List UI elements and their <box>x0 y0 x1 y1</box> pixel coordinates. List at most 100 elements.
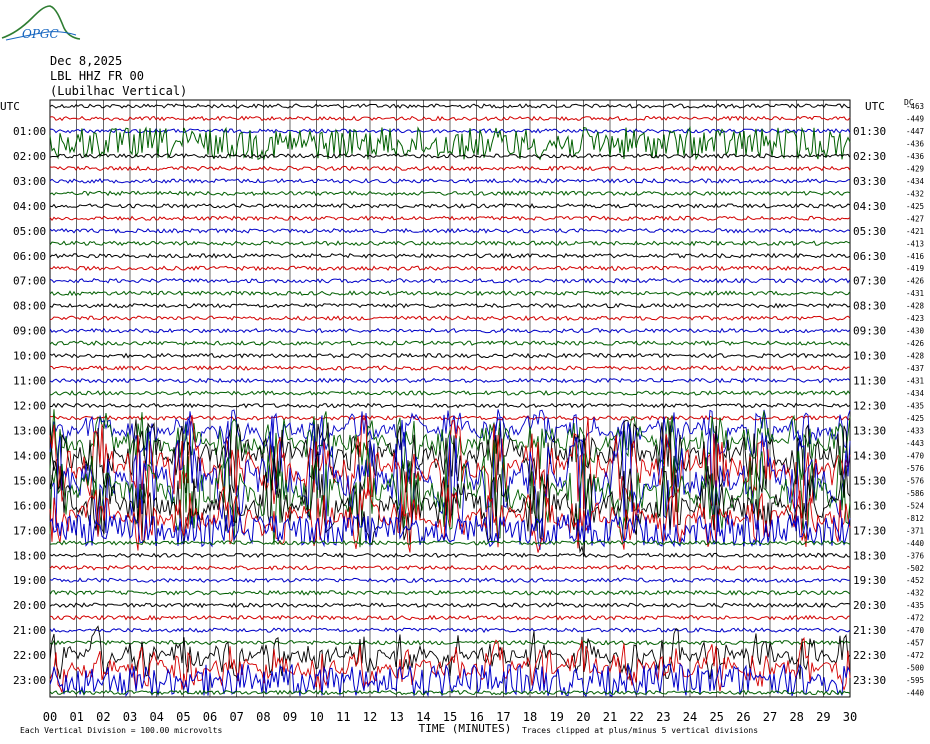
left-hour-label: 10:00 <box>13 350 46 363</box>
chart-date: Dec 8,2025 <box>50 54 122 68</box>
dc-offset-label: -524 <box>906 501 925 510</box>
logo-text: OPGC <box>22 27 59 41</box>
dc-offset-label: -436 <box>906 152 925 161</box>
x-tick-label: 22 <box>629 710 643 724</box>
x-tick-label: 11 <box>336 710 350 724</box>
right-hour-labels: 01:30 02:30 03:30 04:30 05:30 06:30 07:30 08:30… <box>853 125 886 687</box>
x-tick-label: 02 <box>96 710 110 724</box>
x-tick-label: 20 <box>576 710 590 724</box>
dc-offset-label: -429 <box>906 164 924 173</box>
dc-offset-label: -440 <box>906 539 925 548</box>
minute-grid <box>49 100 851 697</box>
x-tick-label: 00 <box>43 710 57 724</box>
left-hour-label: 18:00 <box>13 549 46 562</box>
left-hour-label: 05:00 <box>13 225 46 238</box>
right-hour-label: 10:30 <box>853 350 886 363</box>
x-tick-label: 08 <box>256 710 270 724</box>
x-tick-label: 26 <box>736 710 750 724</box>
dc-offset-label: -470 <box>906 451 925 460</box>
dc-offset-label: -432 <box>906 589 924 598</box>
right-hour-label: 03:30 <box>853 175 886 188</box>
right-hour-label: 17:30 <box>853 524 886 537</box>
dc-offset-label: -421 <box>906 227 924 236</box>
right-hour-label: 20:30 <box>853 599 886 612</box>
dc-offset-label: -426 <box>906 339 925 348</box>
right-hour-label: 09:30 <box>853 325 886 338</box>
dc-offset-label: -457 <box>906 639 924 648</box>
dc-offset-label: -431 <box>906 377 924 386</box>
dc-offset-label: -425 <box>906 414 924 423</box>
dc-offset-label: -434 <box>906 389 925 398</box>
dc-offset-label: -576 <box>906 464 925 473</box>
right-hour-label: 07:30 <box>853 275 886 288</box>
left-hour-label: 03:00 <box>13 175 46 188</box>
seismogram-chart: OPGC Dec 8,2025 LBL HHZ FR 00 (Lubilhac … <box>0 5 925 735</box>
left-hour-label: 17:00 <box>13 524 46 537</box>
dc-offset-label: -430 <box>906 327 925 336</box>
dc-offset-label: -432 <box>906 189 924 198</box>
right-hour-label: 04:30 <box>853 200 886 213</box>
left-hour-label: 23:00 <box>13 674 46 687</box>
dc-offset-label: -371 <box>906 526 924 535</box>
x-tick-label: 03 <box>123 710 137 724</box>
footer-clip-note: Traces clipped at plus/minus 5 vertical … <box>522 726 758 735</box>
station-code: LBL HHZ FR 00 <box>50 69 144 83</box>
left-hour-label: 22:00 <box>13 649 46 662</box>
x-axis-label: TIME (MINUTES) <box>419 722 512 735</box>
x-tick-label: 25 <box>709 710 723 724</box>
dc-offset-label: -463 <box>906 102 924 111</box>
station-location: (Lubilhac Vertical) <box>50 84 187 98</box>
x-tick-label: 12 <box>363 710 377 724</box>
dc-offset-label: -470 <box>906 626 925 635</box>
x-tick-label: 29 <box>816 710 830 724</box>
dc-offset-label: -443 <box>906 439 924 448</box>
x-tick-label: 23 <box>656 710 670 724</box>
left-hour-label: 20:00 <box>13 599 46 612</box>
dc-offset-label: -435 <box>906 402 924 411</box>
dc-offset-label: -435 <box>906 601 924 610</box>
left-hour-label: 13:00 <box>13 424 46 437</box>
left-hour-label: 02:00 <box>13 150 46 163</box>
x-tick-label: 24 <box>683 710 697 724</box>
dc-offset-label: -447 <box>906 127 924 136</box>
dc-offset-label: -437 <box>906 364 924 373</box>
right-hour-label: 13:30 <box>853 424 886 437</box>
dc-offset-label: -426 <box>906 277 925 286</box>
left-hour-label: 08:00 <box>13 300 46 313</box>
dc-offset-label: -595 <box>906 676 924 685</box>
right-hour-label: 14:30 <box>853 449 886 462</box>
right-hour-label: 16:30 <box>853 499 886 512</box>
left-hour-label: 16:00 <box>13 499 46 512</box>
right-hour-label: 08:30 <box>853 300 886 313</box>
left-hour-label: 06:00 <box>13 250 46 263</box>
right-hour-label: 02:30 <box>853 150 886 163</box>
left-hour-label: 19:00 <box>13 574 46 587</box>
right-hour-label: 15:30 <box>853 474 886 487</box>
left-hour-label: 14:00 <box>13 449 46 462</box>
dc-offset-labels: -463 -449 -447 -436 -436 -429 -434 -432 -425 -427… <box>906 102 925 698</box>
x-tick-label: 09 <box>283 710 297 724</box>
right-hour-label: 23:30 <box>853 674 886 687</box>
right-hour-label: 05:30 <box>853 225 886 238</box>
dc-offset-label: -431 <box>906 289 924 298</box>
dc-offset-label: -452 <box>906 576 924 585</box>
dc-offset-label: -812 <box>906 514 924 523</box>
dc-offset-label: -428 <box>906 302 925 311</box>
dc-offset-label: -413 <box>906 239 924 248</box>
left-hour-label: 09:00 <box>13 325 46 338</box>
x-tick-label: 04 <box>149 710 163 724</box>
x-tick-label: 21 <box>603 710 617 724</box>
right-hour-label: 01:30 <box>853 125 886 138</box>
opgc-logo: OPGC <box>1 5 81 41</box>
x-tick-label: 18 <box>523 710 537 724</box>
x-tick-label: 27 <box>763 710 777 724</box>
left-hour-label: 15:00 <box>13 474 46 487</box>
dc-offset-label: -428 <box>906 352 925 361</box>
x-tick-label: 13 <box>389 710 403 724</box>
left-hour-label: 11:00 <box>13 375 46 388</box>
x-tick-label: 10 <box>309 710 323 724</box>
left-hour-label: 21:00 <box>13 624 46 637</box>
left-hour-label: 04:00 <box>13 200 46 213</box>
dc-offset-label: -433 <box>906 426 924 435</box>
dc-offset-label: -472 <box>906 651 924 660</box>
